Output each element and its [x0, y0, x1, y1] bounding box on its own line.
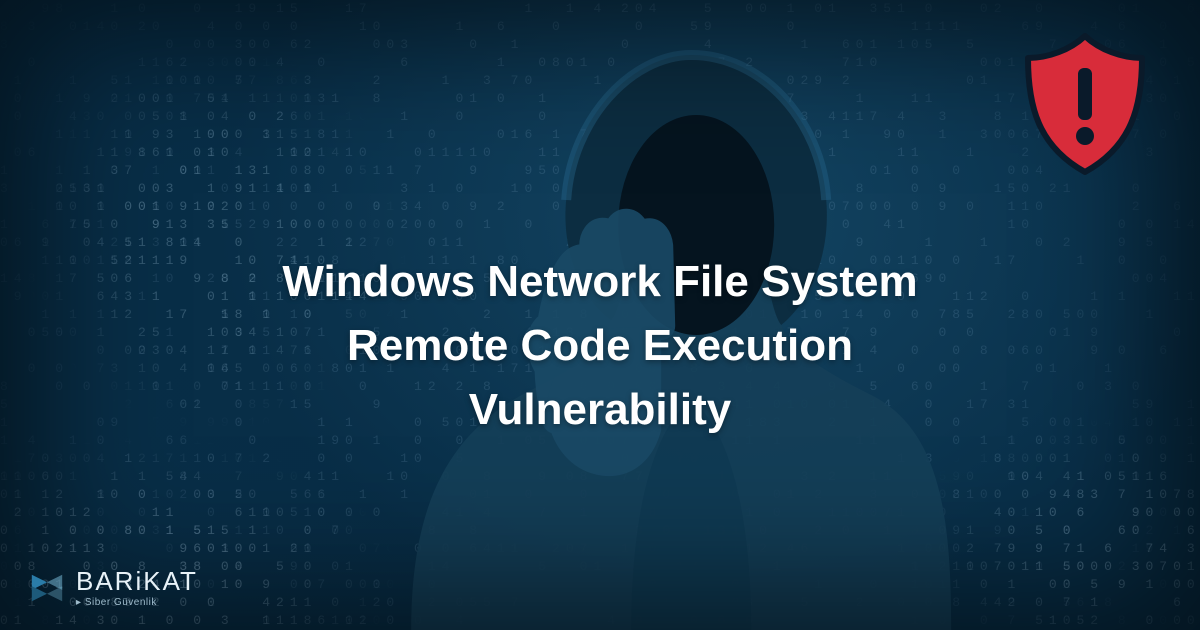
logo-mark-icon: [28, 569, 66, 607]
logo-name: BARiKAT: [76, 568, 198, 594]
headline: Windows Network File System Remote Code …: [0, 250, 1200, 441]
headline-line-2: Remote Code Execution: [110, 314, 1090, 378]
headline-line-1: Windows Network File System: [110, 250, 1090, 314]
shield-alert-icon: [1010, 28, 1160, 178]
headline-line-3: Vulnerability: [110, 378, 1090, 442]
logo-tagline: ▸ Siber Güvenlik: [76, 598, 198, 608]
brand-logo: BARiKAT ▸ Siber Güvenlik: [28, 568, 198, 608]
